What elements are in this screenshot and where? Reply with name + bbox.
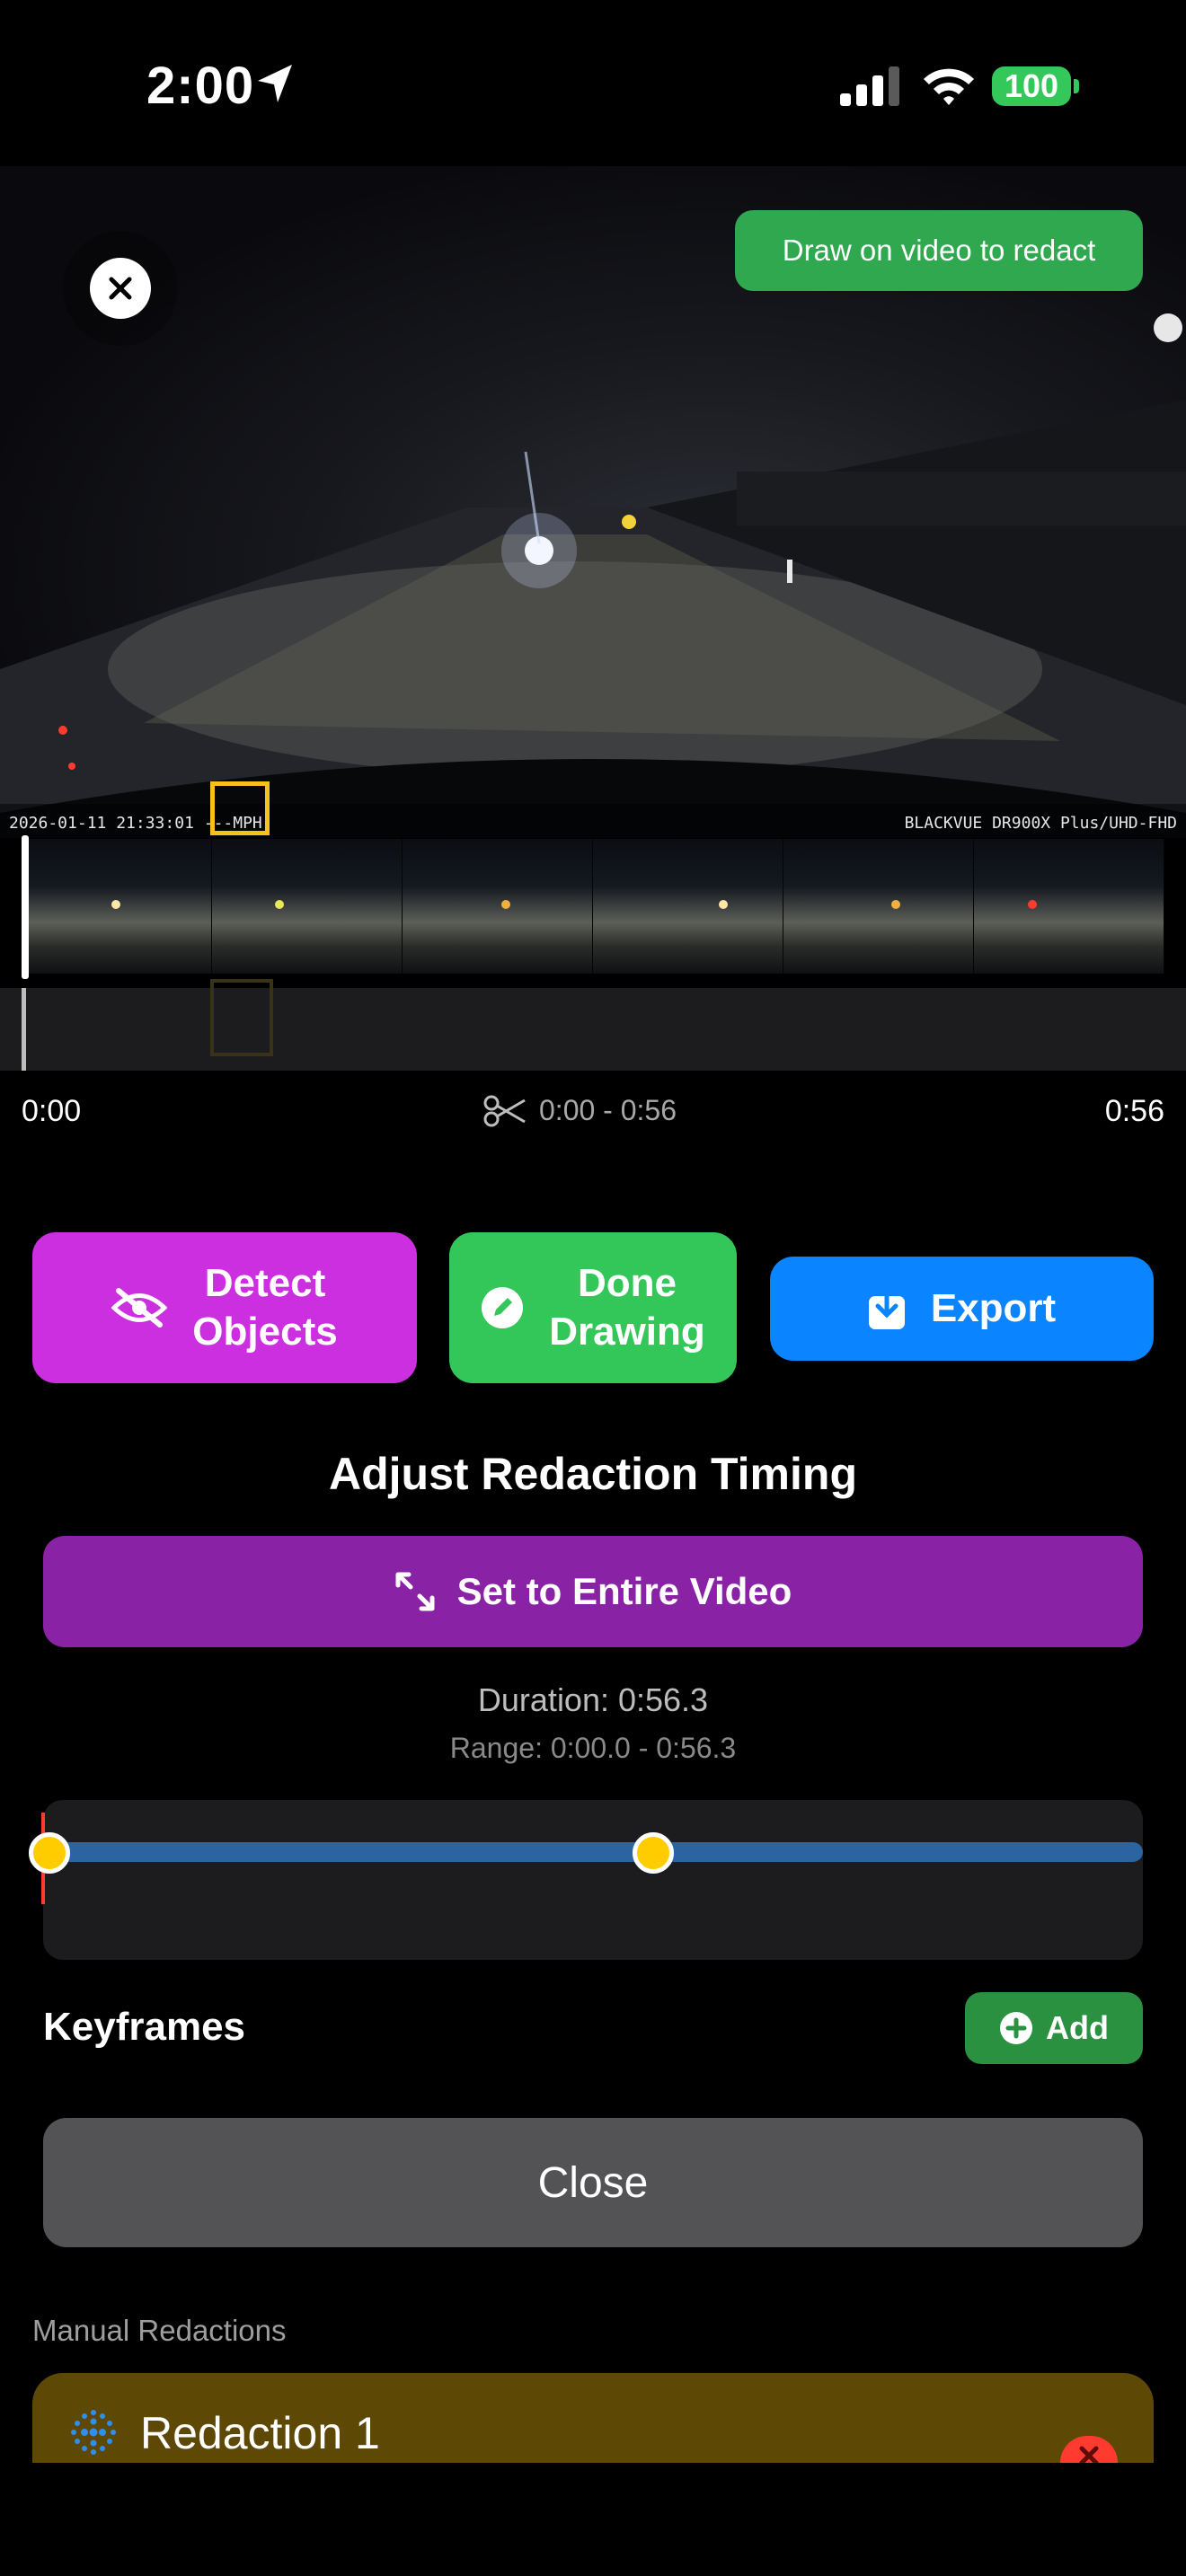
eye-slash-icon xyxy=(111,1288,168,1328)
wifi-icon xyxy=(922,65,976,110)
timing-slider-track[interactable] xyxy=(43,1800,1143,1960)
video-camera-overlay: BLACKVUE DR900X Plus/UHD-FHD xyxy=(904,814,1177,833)
redaction-track[interactable] xyxy=(0,988,1186,1071)
location-arrow-icon xyxy=(256,63,296,109)
expand-arrows-icon xyxy=(395,1572,435,1611)
video-filmstrip[interactable] xyxy=(22,839,1164,974)
battery-nub xyxy=(1074,79,1079,93)
close-icon xyxy=(109,277,132,300)
redaction-track-marker xyxy=(210,979,273,1056)
manual-redactions-label: Manual Redactions xyxy=(32,2314,287,2347)
cellular-signal-icon xyxy=(840,66,901,106)
timeline-playhead[interactable] xyxy=(22,835,29,979)
timeline-end-time: 0:56 xyxy=(1104,1094,1164,1128)
status-time: 2:00 xyxy=(146,57,255,115)
close-button[interactable]: Close xyxy=(43,2118,1143,2247)
battery-indicator: 100 xyxy=(992,66,1071,106)
detect-objects-label-line1: Detect xyxy=(204,1261,326,1305)
pixelate-grid-icon xyxy=(68,2407,119,2462)
add-keyframe-label: Add xyxy=(1046,2009,1109,2046)
detect-objects-button[interactable]: Detect Objects xyxy=(32,1232,417,1383)
trim-range[interactable]: 0:00 - 0:56 xyxy=(483,1094,677,1127)
filmstrip-frame xyxy=(593,839,783,974)
set-entire-video-button[interactable]: Set to Entire Video xyxy=(43,1536,1143,1647)
scissors-icon xyxy=(483,1095,526,1126)
plus-circle-icon xyxy=(1000,2012,1032,2044)
range-start-handle[interactable] xyxy=(29,1832,70,1874)
done-drawing-label-line1: Done xyxy=(577,1261,677,1305)
done-drawing-button[interactable]: Done Drawing xyxy=(449,1232,737,1383)
range-text: Range: 0:00.0 - 0:56.3 xyxy=(449,1732,737,1764)
filmstrip-frame xyxy=(403,839,593,974)
keyframes-label: Keyframes xyxy=(43,2005,246,2049)
draw-hint-banner: Draw on video to redact xyxy=(735,210,1143,291)
set-entire-video-label: Set to Entire Video xyxy=(456,1570,792,1612)
done-drawing-label-line2: Drawing xyxy=(549,1310,705,1354)
filmstrip-frame xyxy=(974,839,1164,974)
trim-range-label: 0:00 - 0:56 xyxy=(539,1094,677,1126)
add-keyframe-button[interactable]: Add xyxy=(965,1992,1143,2064)
filmstrip-frame xyxy=(22,839,212,974)
filmstrip-frame xyxy=(212,839,403,974)
filmstrip-frame xyxy=(783,839,974,974)
export-download-icon xyxy=(868,1287,905,1329)
pencil-circle-icon xyxy=(482,1287,524,1328)
timing-section-title: Adjust Redaction Timing xyxy=(329,1449,857,1499)
close-video-button[interactable] xyxy=(90,258,151,319)
export-button[interactable]: Export xyxy=(770,1257,1154,1361)
export-label: Export xyxy=(930,1286,1057,1330)
redaction-track-playhead xyxy=(22,988,26,1071)
redaction-title: Redaction 1 xyxy=(140,2408,380,2458)
redaction-box[interactable] xyxy=(210,781,270,835)
range-end-handle[interactable] xyxy=(633,1832,674,1874)
timing-slider-range xyxy=(43,1842,1143,1862)
duration-text: Duration: 0:56.3 xyxy=(477,1681,709,1718)
detect-objects-label-line2: Objects xyxy=(192,1310,338,1354)
timeline-start-time: 0:00 xyxy=(22,1094,82,1128)
